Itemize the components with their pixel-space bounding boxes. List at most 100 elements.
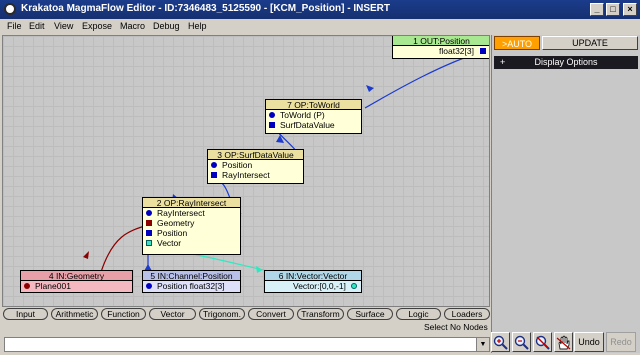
input-socket[interactable] [211, 162, 217, 168]
node-input-label: Position [222, 160, 253, 170]
tab-convert[interactable]: Convert [248, 308, 294, 320]
expand-icon: + [500, 57, 506, 67]
node-input-label: Geometry [157, 218, 195, 228]
node-op-rayintersect[interactable]: 2 OP:RayIntersect RayIntersect Geometry … [142, 197, 241, 255]
tab-vector[interactable]: Vector [149, 308, 196, 320]
category-toolbar: Input Arithmetic Function Vector Trigono… [2, 308, 490, 321]
tab-arithmetic[interactable]: Arithmetic [51, 308, 98, 320]
status-text: Select No Nodes [424, 322, 488, 332]
tab-input[interactable]: Input [3, 308, 48, 320]
auto-update-button[interactable]: >AUTO [494, 36, 540, 50]
input-socket[interactable] [146, 230, 152, 236]
undo-button[interactable]: Undo [574, 332, 604, 352]
close-button[interactable]: × [623, 3, 637, 16]
output-socket[interactable] [146, 283, 152, 289]
chevron-down-icon[interactable]: ▼ [476, 338, 489, 351]
tab-transform[interactable]: Transform [297, 308, 344, 320]
menu-bar: File Edit View Expose Macro Debug Help [0, 19, 640, 34]
output-socket[interactable] [351, 283, 357, 289]
node-output-row: Plane001 [21, 281, 132, 291]
input-socket[interactable] [146, 240, 152, 246]
tab-logic[interactable]: Logic [396, 308, 441, 320]
node-graph-canvas[interactable]: 1 OUT:Position float32[3] 7 OP:ToWorld T… [2, 35, 490, 307]
node-dropdown[interactable]: ▼ [4, 337, 490, 352]
node-input-row: Position [208, 160, 303, 170]
node-output-row: Position float32[3] [143, 281, 240, 291]
input-socket[interactable] [269, 112, 275, 118]
node-header: 7 OP:ToWorld [266, 100, 361, 110]
wire-arrow [276, 135, 284, 143]
app-icon [4, 3, 16, 15]
node-input-label: ToWorld (P) [280, 110, 325, 120]
display-options-label: Display Options [534, 57, 598, 67]
pan-button[interactable] [554, 332, 573, 352]
menu-expose[interactable]: Expose [82, 21, 112, 31]
node-input-label: RayIntersect [222, 170, 270, 180]
node-op-surfdatavalue[interactable]: 3 OP:SurfDataValue Position RayIntersect [207, 149, 304, 184]
input-socket[interactable] [211, 172, 217, 178]
zoom-reset-button[interactable] [533, 332, 552, 352]
minimize-button[interactable]: _ [590, 3, 604, 16]
input-socket[interactable] [146, 220, 152, 226]
node-output-label: float32[3] [439, 46, 474, 56]
node-out-position[interactable]: 1 OUT:Position float32[3] [392, 36, 489, 59]
maximize-button[interactable]: □ [606, 3, 620, 16]
menu-edit[interactable]: Edit [29, 21, 45, 31]
node-in-vector[interactable]: 6 IN:Vector:Vector Vector:[0,0,-1] [264, 270, 362, 293]
input-socket[interactable] [146, 210, 152, 216]
node-output-label: Vector:[0,0,-1] [293, 281, 346, 291]
tab-function[interactable]: Function [101, 308, 146, 320]
menu-help[interactable]: Help [188, 21, 207, 31]
wire-toworld-to-output [364, 51, 482, 109]
node-header: 4 IN:Geometry [21, 271, 132, 281]
node-input-row: Geometry [143, 218, 240, 228]
output-socket[interactable] [24, 283, 30, 289]
wire-arrow [256, 266, 263, 273]
node-header: 2 OP:RayIntersect [143, 198, 240, 208]
node-in-channel-position[interactable]: 5 IN:Channel:Position Position float32[3… [142, 270, 241, 293]
node-input-label: SurfDataValue [280, 120, 335, 130]
menu-file[interactable]: File [7, 21, 22, 31]
title-bar: Krakatoa MagmaFlow Editor - ID:7346483_5… [0, 0, 640, 19]
zoom-reset-icon [535, 335, 550, 350]
wire-arrow [83, 251, 89, 259]
side-panel: >AUTO UPDATE Display Options + [491, 35, 640, 353]
node-input-label: Vector [157, 238, 182, 248]
node-input-row: Vector [143, 238, 240, 248]
tab-loaders[interactable]: Loaders [444, 308, 490, 320]
zoom-out-button[interactable] [512, 332, 531, 352]
wire-geometry-to-rayintersect [100, 224, 149, 273]
update-button[interactable]: UPDATE [542, 36, 638, 50]
node-op-toworld[interactable]: 7 OP:ToWorld ToWorld (P) SurfDataValue [265, 99, 362, 134]
display-options-rollout[interactable]: Display Options + [494, 56, 638, 69]
node-input-row: Position [143, 228, 240, 238]
node-input-row: SurfDataValue [266, 120, 361, 130]
magmaflow-editor-window: Krakatoa MagmaFlow Editor - ID:7346483_5… [0, 0, 640, 355]
node-header: 3 OP:SurfDataValue [208, 150, 303, 160]
window-title: Krakatoa MagmaFlow Editor - ID:7346483_5… [21, 3, 390, 14]
node-in-geometry[interactable]: 4 IN:Geometry Plane001 [20, 270, 133, 293]
input-socket[interactable] [269, 122, 275, 128]
node-input-label: Position [157, 228, 188, 238]
node-input-row: RayIntersect [208, 170, 303, 180]
zoom-in-icon [493, 335, 508, 350]
node-input-row: ToWorld (P) [266, 110, 361, 120]
menu-view[interactable]: View [54, 21, 73, 31]
output-socket[interactable] [480, 48, 486, 54]
tab-trigonom[interactable]: Trigonom. [199, 308, 245, 320]
node-input-label: RayIntersect [157, 208, 205, 218]
node-output-label: Plane001 [35, 281, 71, 291]
redo-button[interactable]: Redo [606, 332, 636, 352]
node-output-row: Vector:[0,0,-1] [265, 281, 361, 291]
node-input-row: RayIntersect [143, 208, 240, 218]
tab-surface[interactable]: Surface [347, 308, 393, 320]
node-header: 1 OUT:Position [393, 36, 489, 46]
wire-arrow [366, 85, 374, 92]
menu-macro[interactable]: Macro [120, 21, 145, 31]
zoom-out-icon [514, 335, 529, 350]
node-header: 6 IN:Vector:Vector [265, 271, 361, 281]
zoom-in-button[interactable] [491, 332, 510, 352]
node-header: 5 IN:Channel:Position [143, 271, 240, 281]
menu-debug[interactable]: Debug [153, 21, 180, 31]
node-output-label: Position float32[3] [157, 281, 225, 291]
